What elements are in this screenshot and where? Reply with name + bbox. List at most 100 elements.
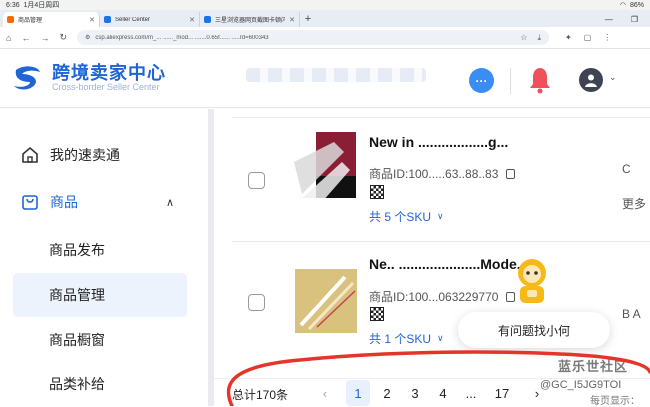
sku-toggle[interactable]: 共 5 个SKU ∨ xyxy=(369,208,444,225)
close-icon[interactable]: ✕ xyxy=(89,16,95,24)
back-arrow-icon[interactable]: ← xyxy=(21,33,30,43)
new-tab-button[interactable]: + xyxy=(300,12,316,27)
watermark-handle: @GC_I5JG9TOI xyxy=(540,379,622,391)
help-chat-bubble[interactable]: 有问题找小何 xyxy=(458,312,610,348)
qr-code-icon[interactable] xyxy=(370,185,384,199)
browser-tab-seller-center[interactable]: Seller Center ✕ xyxy=(100,12,200,27)
product-id: 商品ID:100.....63..88..83 xyxy=(369,165,516,182)
sidebar-subitem-label: 商品发布 xyxy=(49,242,105,258)
product-id-text: 商品ID:100.....63..88..83 xyxy=(369,167,499,181)
page-2-button[interactable]: 2 xyxy=(378,380,396,406)
sidebar: 我的速卖通 商品 ∧ 商品发布 商品管理 商品橱窗 品类补给 xyxy=(0,109,214,406)
extensions-icon[interactable]: ✦ xyxy=(565,33,572,42)
reload-icon[interactable]: ↻ xyxy=(59,32,67,43)
product-thumbnail[interactable] xyxy=(294,132,356,198)
aliexpress-favicon-icon xyxy=(7,16,14,23)
sidebar-subitem-label: 商品管理 xyxy=(49,287,105,303)
logo-subtitle: Cross-border Seller Center xyxy=(52,82,160,92)
prev-page-button[interactable]: ‹ xyxy=(316,380,334,406)
sidebar-subitem-label: 品类补给 xyxy=(49,376,105,392)
tab-label: 商品管理 xyxy=(18,18,43,24)
row-checkbox[interactable] xyxy=(248,172,265,189)
aliexpress-favicon-icon xyxy=(104,16,111,23)
chat-icon[interactable]: ··· xyxy=(469,68,494,93)
sku-count: 共 5 个SKU xyxy=(369,210,432,224)
page-17-button[interactable]: 17 xyxy=(490,380,514,406)
browser-tab-strip: 商品管理 ✕ Seller Center ✕ 三星浏览器网页截图卡顿闪退，如 ✕… xyxy=(0,10,650,27)
tab-label: 三星浏览器网页截图卡顿闪退，如 xyxy=(215,18,286,24)
chevron-up-icon[interactable]: ∧ xyxy=(166,196,174,209)
sidebar-item-label: 商品 xyxy=(50,194,78,210)
sidebar-item-label: 我的速卖通 xyxy=(50,147,120,163)
row-checkbox[interactable] xyxy=(248,294,265,311)
logo-title: 跨境卖家中心 xyxy=(52,63,166,83)
seller-center-logo[interactable]: 跨境卖家中心 Cross-border Seller Center xyxy=(12,64,166,92)
redacted-scribble xyxy=(246,68,426,82)
window-controls: — ❐ xyxy=(605,12,650,27)
row-divider xyxy=(232,241,650,242)
chevron-down-icon[interactable]: ⌄ xyxy=(609,72,617,83)
restore-icon[interactable]: ❐ xyxy=(631,15,638,24)
product-thumbnail[interactable] xyxy=(295,269,357,333)
sidebar-subitem-label: 商品橱窗 xyxy=(49,332,105,348)
close-icon[interactable]: ✕ xyxy=(189,16,195,24)
product-image xyxy=(295,269,357,333)
product-title[interactable]: New in ..................g... xyxy=(369,134,508,150)
sidebar-subitem-manage[interactable]: 商品管理 xyxy=(13,273,187,317)
user-icon xyxy=(585,74,597,87)
sidebar-subitem-showcase[interactable]: 商品橱窗 xyxy=(13,318,187,362)
avatar[interactable] xyxy=(579,68,603,92)
home-icon xyxy=(20,145,40,165)
chevron-down-icon: ∨ xyxy=(437,333,444,343)
aliexpress-logo-icon xyxy=(14,66,40,90)
sidebar-item-my-aliexpress[interactable]: 我的速卖通 xyxy=(0,133,200,177)
download-icon[interactable]: ⤓ xyxy=(537,33,541,43)
per-page-label[interactable]: 每页显示： xyxy=(590,392,640,407)
bell-icon[interactable] xyxy=(528,66,552,94)
header-divider xyxy=(510,68,511,94)
assistant-mascot-icon[interactable] xyxy=(510,256,554,306)
product-image xyxy=(294,132,356,198)
page-ellipsis[interactable]: ... xyxy=(460,380,482,406)
tab-label: Seller Center xyxy=(115,16,151,23)
watermark-text: 蓝乐世社区 xyxy=(558,359,629,374)
qr-code-icon[interactable] xyxy=(370,307,384,321)
sidebar-item-products[interactable]: 商品 ∧ xyxy=(0,180,200,224)
total-count: 总计170条 xyxy=(232,388,289,402)
copy-icon[interactable] xyxy=(506,168,516,179)
bookmark-star-icon[interactable]: ☆ xyxy=(520,33,527,43)
page-1-button[interactable]: 1 xyxy=(346,380,370,406)
status-time: 6:36 xyxy=(6,1,20,9)
minimize-icon[interactable]: — xyxy=(605,15,613,24)
status-right: ◠ 86% xyxy=(619,1,644,10)
product-title[interactable]: Ne.. .....................Mode... xyxy=(369,256,528,272)
browser-tab-samsung-question[interactable]: 三星浏览器网页截图卡顿闪退，如 ✕ xyxy=(200,12,300,27)
row-status: B A xyxy=(622,307,641,321)
forward-arrow-icon[interactable]: → xyxy=(40,33,49,43)
bag-icon xyxy=(20,192,40,212)
home-icon[interactable]: ⌂ xyxy=(6,33,11,43)
row-status: C xyxy=(622,162,631,176)
menu-kebab-icon[interactable]: ⋮ xyxy=(603,33,611,42)
browser-tab-product-management[interactable]: 商品管理 ✕ xyxy=(3,12,100,27)
close-icon[interactable]: ✕ xyxy=(289,16,295,24)
site-favicon-icon xyxy=(204,16,211,23)
more-actions-link[interactable]: 更多 xyxy=(622,195,646,212)
sku-toggle[interactable]: 共 1 个SKU ∨ xyxy=(369,330,444,347)
address-bar[interactable]: ⚙ csp.aliexpress.com/m_... ......_mod...… xyxy=(76,30,549,45)
sidebar-subitem-category-supply[interactable]: 品类补给 xyxy=(13,362,187,406)
url-text: csp.aliexpress.com/m_... ......_mod... .… xyxy=(95,34,269,41)
status-date: 1月4日周四 xyxy=(23,2,60,9)
browser-actions: ✦ ▢ ⋮ xyxy=(565,33,611,42)
page-4-button[interactable]: 4 xyxy=(434,380,452,406)
logo-text: 跨境卖家中心 Cross-border Seller Center xyxy=(52,64,166,92)
sidebar-subitem-publish[interactable]: 商品发布 xyxy=(13,228,187,272)
seller-center-header: 跨境卖家中心 Cross-border Seller Center xyxy=(0,50,650,108)
tab-count-icon[interactable]: ▢ xyxy=(584,33,592,42)
page-3-button[interactable]: 3 xyxy=(406,380,424,406)
wifi-icon: ◠ xyxy=(619,2,626,9)
browser-toolbar: ⌂ ← → ↻ ⚙ csp.aliexpress.com/m_... .....… xyxy=(0,27,650,49)
site-info-icon[interactable]: ⚙ xyxy=(85,34,90,41)
product-id-text: 商品ID:100...063229770 xyxy=(369,290,499,304)
product-id: 商品ID:100...063229770 xyxy=(369,288,516,305)
